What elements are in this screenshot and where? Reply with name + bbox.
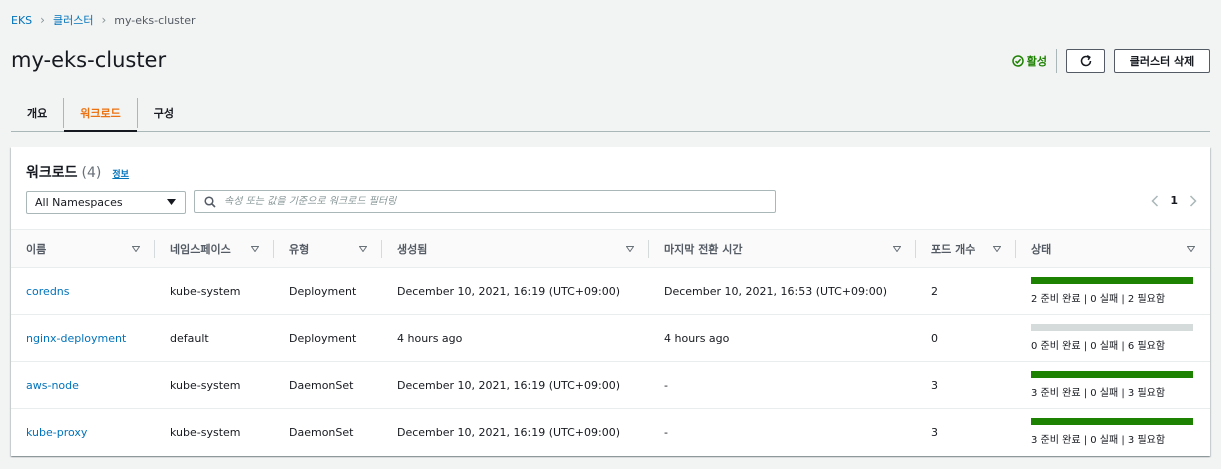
- panel-header: 워크로드 (4) 정보: [26, 162, 129, 182]
- namespace-cell: default: [155, 314, 274, 362]
- status-cell: 3 준비 완료 | 0 실패 | 3 필요함: [1016, 409, 1210, 456]
- header-actions: 활성 클러스터 삭제: [1012, 49, 1210, 73]
- chevron-right-icon[interactable]: [1189, 194, 1197, 207]
- progress-bar: [1031, 324, 1193, 331]
- table-row: nginx-deployment default Deployment 4 ho…: [11, 314, 1210, 362]
- status-cell: 0 준비 완료 | 0 실패 | 6 필요함: [1016, 314, 1210, 362]
- status-text: 0 준비 완료 | 0 실패 | 6 필요함: [1031, 341, 1166, 352]
- sort-icon: [993, 245, 1001, 252]
- breadcrumb-current: my-eks-cluster: [114, 13, 196, 27]
- progress-bar: [1031, 277, 1193, 284]
- created-cell: December 10, 2021, 16:19 (UTC+09:00): [397, 425, 621, 439]
- chevron-right-icon: ›: [101, 13, 107, 27]
- created-cell: December 10, 2021, 16:19 (UTC+09:00): [382, 267, 649, 315]
- tab-overview[interactable]: 개요: [11, 95, 63, 131]
- caret-down-icon: [167, 199, 176, 205]
- divider: [1056, 49, 1057, 73]
- progress-bar: [1031, 371, 1193, 378]
- column-header-status[interactable]: 상태: [1016, 229, 1210, 268]
- created-cell: 4 hours ago: [382, 314, 649, 362]
- workload-name-link[interactable]: aws-node: [26, 379, 79, 392]
- status-label: 활성: [1026, 55, 1047, 68]
- check-circle-icon: [1012, 55, 1024, 67]
- type-cell: DaemonSet: [274, 361, 382, 409]
- table-row: aws-node kube-system DaemonSet December …: [11, 361, 1210, 409]
- status-cell: 2 준비 완료 | 0 실패 | 2 필요함: [1016, 267, 1210, 315]
- column-header-type[interactable]: 유형: [274, 229, 382, 268]
- sort-icon: [893, 245, 901, 252]
- sort-icon: [132, 245, 140, 252]
- workloads-panel: 워크로드 (4) 정보 All Namespaces 1 이름 네임스페이스 유…: [11, 147, 1210, 456]
- last-transition-cell: 4 hours ago: [649, 314, 916, 362]
- column-header-name[interactable]: 이름: [11, 229, 155, 268]
- breadcrumb: EKS › 클러스터 › my-eks-cluster: [11, 12, 196, 28]
- filter-field[interactable]: [194, 190, 776, 213]
- sort-icon: [359, 245, 367, 252]
- status-text: 2 준비 완료 | 0 실패 | 2 필요함: [1031, 294, 1166, 305]
- chevron-right-icon: ›: [40, 13, 45, 27]
- pagination: 1: [1151, 194, 1197, 207]
- refresh-icon: [1080, 54, 1091, 67]
- workload-count: (4): [81, 165, 102, 181]
- namespace-cell: kube-system: [170, 425, 241, 439]
- breadcrumb-eks[interactable]: EKS: [11, 14, 32, 27]
- last-transition-cell: December 10, 2021, 16:53 (UTC+09:00): [649, 267, 916, 315]
- sort-icon: [626, 245, 634, 252]
- status-badge: 활성: [1012, 53, 1047, 69]
- column-header-pod-count[interactable]: 포드 개수: [916, 229, 1016, 268]
- created-cell: December 10, 2021, 16:19 (UTC+09:00): [382, 361, 649, 409]
- namespace-select[interactable]: All Namespaces: [26, 191, 186, 214]
- table-row: kube-proxy kube-system DaemonSet Decembe…: [11, 409, 1210, 456]
- last-transition-cell: -: [649, 361, 916, 409]
- refresh-button[interactable]: [1066, 49, 1105, 73]
- type-cell: Deployment: [274, 267, 382, 315]
- search-icon: [204, 195, 216, 208]
- table-header-row: 이름 네임스페이스 유형 생성됨 마지막 전환 시간 포드 개수 상태: [11, 229, 1210, 268]
- workload-name-link[interactable]: coredns: [26, 285, 70, 298]
- last-transition-cell: -: [664, 425, 668, 439]
- delete-cluster-button[interactable]: 클러스터 삭제: [1114, 49, 1210, 73]
- tab-bar: 개요 워크로드 구성: [11, 95, 1210, 132]
- tab-configuration[interactable]: 구성: [138, 95, 190, 131]
- tab-workloads[interactable]: 워크로드: [64, 95, 138, 132]
- info-link[interactable]: 정보: [112, 167, 129, 180]
- table-row: coredns kube-system Deployment December …: [11, 267, 1210, 315]
- workload-name-link[interactable]: kube-proxy: [26, 426, 87, 439]
- breadcrumb-clusters[interactable]: 클러스터: [53, 12, 93, 28]
- progress-bar: [1031, 418, 1193, 426]
- workload-name-link[interactable]: nginx-deployment: [26, 332, 126, 345]
- column-header-last-transition[interactable]: 마지막 전환 시간: [649, 229, 916, 268]
- pod-count-cell: 0: [916, 314, 1016, 362]
- namespace-cell: kube-system: [155, 267, 274, 315]
- filter-input[interactable]: [224, 196, 764, 207]
- status-text: 3 준비 완료 | 0 실패 | 3 필요함: [1031, 388, 1166, 399]
- sort-icon: [251, 245, 259, 252]
- page-title: my-eks-cluster: [11, 48, 167, 72]
- page-number[interactable]: 1: [1170, 194, 1178, 207]
- pod-count-cell: 3: [931, 425, 938, 439]
- sort-icon: [1187, 245, 1195, 252]
- status-cell: 3 준비 완료 | 0 실패 | 3 필요함: [1016, 361, 1210, 409]
- type-cell: Deployment: [274, 314, 382, 362]
- pod-count-cell: 2: [916, 267, 1016, 315]
- workloads-table: 이름 네임스페이스 유형 생성됨 마지막 전환 시간 포드 개수 상태 core…: [11, 229, 1210, 456]
- panel-title: 워크로드: [26, 165, 78, 181]
- chevron-left-icon[interactable]: [1151, 194, 1159, 207]
- status-text: 3 준비 완료 | 0 실패 | 3 필요함: [1031, 435, 1166, 447]
- pod-count-cell: 3: [916, 361, 1016, 409]
- namespace-select-value: All Namespaces: [35, 196, 123, 209]
- type-cell: DaemonSet: [289, 425, 354, 439]
- namespace-cell: kube-system: [155, 361, 274, 409]
- column-header-namespace[interactable]: 네임스페이스: [155, 229, 274, 268]
- column-header-created[interactable]: 생성됨: [382, 229, 649, 268]
